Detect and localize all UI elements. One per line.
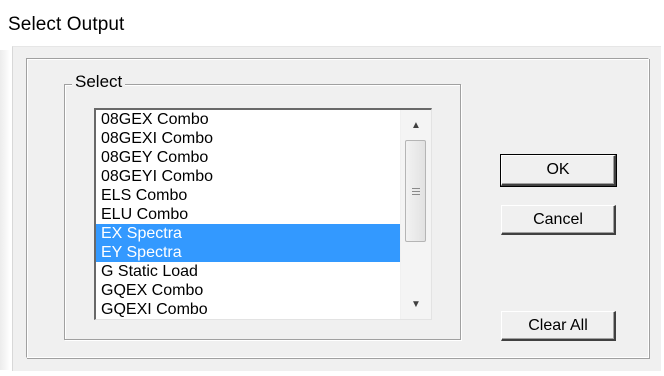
grip-icon	[411, 187, 420, 195]
output-listbox[interactable]: 08GEX Combo 08GEXI Combo 08GEY Combo 08GEYI…	[94, 108, 432, 320]
list-item[interactable]: EY Spectra	[96, 243, 400, 262]
list-item[interactable]: 08GEYI Combo	[96, 167, 400, 186]
list-item[interactable]: 08GEXI Combo	[96, 129, 400, 148]
list-item[interactable]: GQEX Combo	[96, 281, 400, 300]
list-item[interactable]: ELU Combo	[96, 205, 400, 224]
ok-button[interactable]: OK	[500, 154, 617, 187]
list-item[interactable]: 08GEY Combo	[96, 148, 400, 167]
list-item[interactable]: EX Spectra	[96, 224, 400, 243]
scrollbar-thumb[interactable]	[405, 140, 426, 242]
arrow-down-icon[interactable]: ▼	[401, 291, 431, 317]
list-item[interactable]: G Static Load	[96, 262, 400, 281]
window-edge	[0, 50, 10, 370]
list-item[interactable]: ELS Combo	[96, 186, 400, 205]
list-item[interactable]: GQEXI Combo	[96, 300, 400, 319]
listbox-scrollbar[interactable]: ▲ ▼	[400, 110, 431, 319]
dialog-title: Select Output	[8, 14, 125, 35]
cancel-button[interactable]: Cancel	[501, 205, 616, 235]
select-group-label: Select	[72, 72, 126, 92]
list-item[interactable]: 08GEX Combo	[96, 110, 400, 129]
select-output-dialog: Select Output Select 08GEX Combo 08GEXI C…	[0, 0, 664, 376]
arrow-up-icon[interactable]: ▲	[401, 112, 431, 138]
listbox-items: 08GEX Combo 08GEXI Combo 08GEY Combo 08GEYI…	[96, 110, 400, 319]
clear-all-button[interactable]: Clear All	[501, 311, 616, 341]
